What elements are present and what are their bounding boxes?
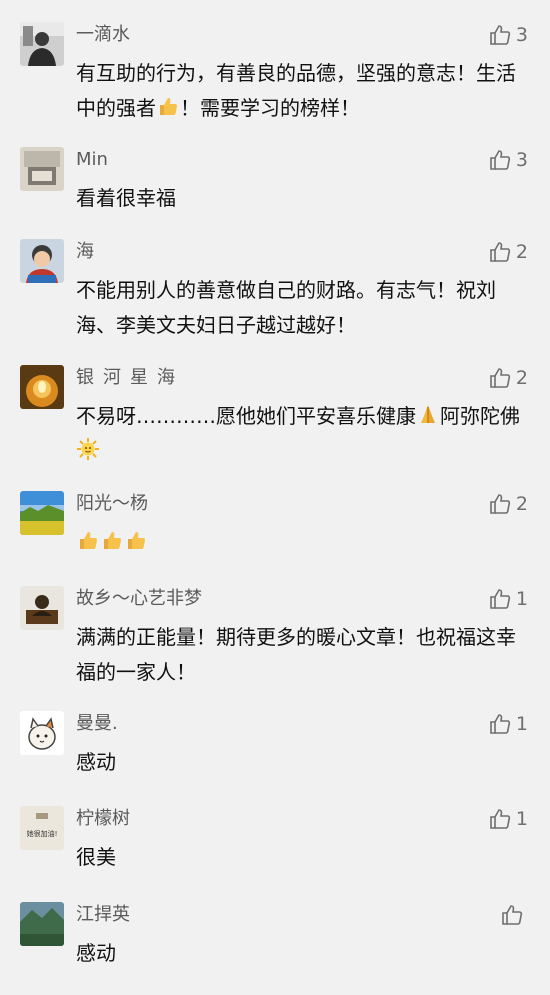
like-count: 3 [515,149,528,171]
comment-author[interactable]: 银 河 星 海 [76,367,175,389]
thumbs-up-emoji-icon [100,528,124,552]
avatar[interactable] [20,711,64,755]
comment-author[interactable]: 柠檬树 [76,808,130,830]
avatar[interactable] [20,902,64,946]
like-count: 2 [515,493,528,515]
like-button[interactable]: 2 [488,365,528,391]
like-count: 2 [515,367,528,389]
comment-author[interactable]: 故乡～心艺非梦 [76,588,202,610]
thumbs-up-icon [488,240,512,264]
comment-author[interactable]: Min [76,149,108,171]
like-button[interactable]: 1 [488,806,528,832]
thumbs-up-icon [500,903,524,927]
like-button[interactable] [500,902,528,928]
like-button[interactable]: 2 [488,239,528,265]
comment-text: 很美 [76,845,116,869]
thumbs-up-emoji-icon [156,94,180,118]
comment-list: 一滴水 3 有互助的行为，有善良的品德，坚强的意志！生活中的强者 ！需要学习的榜样… [0,0,550,995]
avatar[interactable] [20,22,64,66]
comment-author[interactable]: 海 [76,241,94,263]
thumbs-up-icon [488,492,512,516]
praying-hands-emoji-icon [416,402,440,426]
avatar[interactable] [20,147,64,191]
thumbs-up-icon [488,712,512,736]
avatar-caption: 她很加油! [26,830,58,838]
thumbs-up-icon [488,366,512,390]
comment-text: 满满的正能量！期待更多的暖心文章！也祝福这幸福的一家人！ [76,625,516,684]
avatar[interactable]: 她很加油! [20,806,64,850]
comment-text: 有互助的行为，有善良的品德，坚强的意志！生活中的强者 ！需要学习的榜样！ [76,61,516,120]
like-button[interactable]: 1 [488,586,528,612]
comment-author[interactable]: 江捍英 [76,904,130,926]
comment-text: 看着很幸福 [76,186,176,210]
avatar[interactable] [20,365,64,409]
thumbs-up-icon [488,23,512,47]
comment-author[interactable]: 阳光～杨 [76,493,148,515]
comment-author[interactable]: 一滴水 [76,24,130,46]
like-button[interactable]: 3 [488,22,528,48]
comment-text: 感动 [76,941,116,965]
thumbs-up-emoji-icon [124,528,148,552]
thumbs-up-icon [488,148,512,172]
comment-text: 不易呀…………愿他她们平安喜乐健康 阿弥陀佛 [76,399,526,469]
like-count: 1 [515,713,528,735]
like-count: 2 [515,241,528,263]
like-button[interactable]: 1 [488,711,528,737]
thumbs-up-emoji-icon [76,528,100,552]
sun-emoji-icon [76,437,100,461]
avatar[interactable] [20,586,64,630]
comment-author[interactable]: 曼曼. [76,713,118,735]
avatar[interactable] [20,239,64,283]
avatar[interactable] [20,491,64,535]
like-button[interactable]: 2 [488,491,528,517]
thumbs-up-icon [488,807,512,831]
comment-text [76,525,526,560]
like-count: 1 [515,588,528,610]
thumbs-up-icon [488,587,512,611]
like-count: 3 [515,24,528,46]
like-count: 1 [515,808,528,830]
comment-text: 不能用别人的善意做自己的财路。有志气！祝刘海、李美文夫妇日子越过越好！ [76,278,496,337]
like-button[interactable]: 3 [488,147,528,173]
comment-text: 感动 [76,750,116,774]
